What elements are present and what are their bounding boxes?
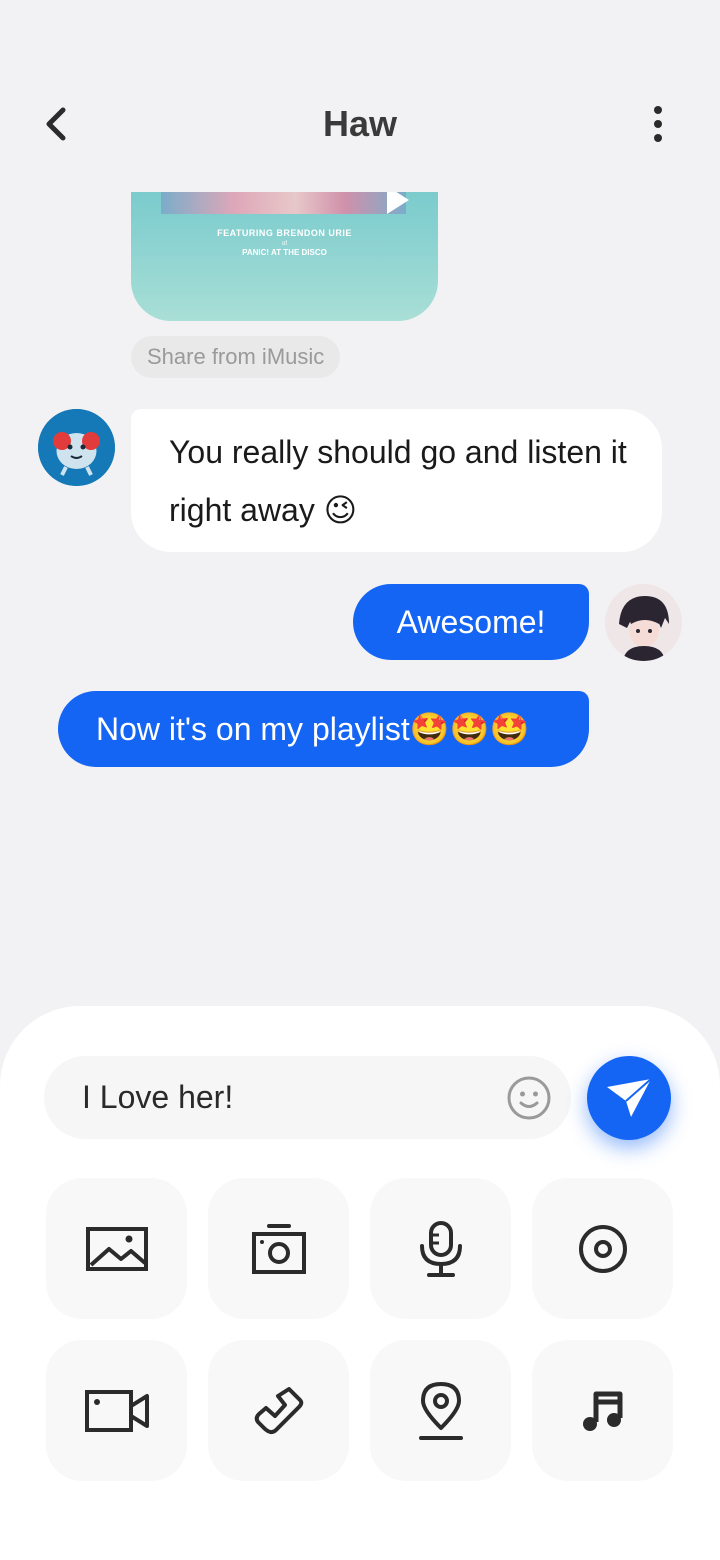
music-icon <box>582 1391 622 1431</box>
chat-screen: FEATURING BRENDON URIE of PANIC! AT THE … <box>0 0 720 1560</box>
message-outgoing-2-text: Now it's on my playlist🤩🤩🤩 <box>96 711 530 747</box>
more-vertical-icon <box>654 106 662 142</box>
card-caption-of: of <box>281 241 287 247</box>
message-incoming[interactable]: You really should go and listen it right… <box>131 409 662 552</box>
record-icon <box>578 1224 627 1273</box>
location-icon <box>418 1381 463 1440</box>
card-caption-featuring: FEATURING BRENDON URIE <box>217 228 352 238</box>
share-location-button[interactable] <box>370 1340 511 1481</box>
contact-avatar-image <box>38 409 115 486</box>
smiley-icon <box>507 1076 551 1120</box>
message-input[interactable] <box>82 1056 482 1139</box>
message-outgoing-1-text: Awesome! <box>396 604 546 640</box>
page-title: Haw <box>322 103 398 144</box>
message-outgoing-1[interactable]: Awesome! <box>353 584 589 660</box>
attach-voice-button[interactable] <box>370 1178 511 1319</box>
more-options-button[interactable] <box>636 100 680 148</box>
paper-plane-icon <box>607 1078 652 1117</box>
message-outgoing-2[interactable]: Now it's on my playlist🤩🤩🤩 <box>58 691 589 767</box>
album-art <box>161 192 406 214</box>
emoji-button[interactable] <box>506 1075 552 1121</box>
voice-call-button[interactable] <box>208 1340 349 1481</box>
avatar-self[interactable] <box>605 584 682 661</box>
avatar-contact[interactable] <box>38 409 115 486</box>
composer-panel <box>0 1006 720 1560</box>
attach-camera-button[interactable] <box>208 1178 349 1319</box>
video-icon <box>84 1389 149 1432</box>
send-button[interactable] <box>587 1056 671 1140</box>
attach-image-button[interactable] <box>46 1178 187 1319</box>
share-music-button[interactable] <box>532 1340 673 1481</box>
attach-video-button[interactable] <box>46 1340 187 1481</box>
card-caption-artist: PANIC! AT THE DISCO <box>242 248 327 257</box>
phone-icon <box>254 1386 303 1434</box>
microphone-icon <box>419 1220 462 1277</box>
image-icon <box>85 1226 148 1271</box>
attach-record-button[interactable] <box>532 1178 673 1319</box>
message-input-container[interactable] <box>44 1056 571 1139</box>
share-source-label: Share from iMusic <box>131 336 341 378</box>
camera-icon <box>251 1223 306 1274</box>
self-avatar-image <box>605 584 682 661</box>
top-bar: Haw <box>0 0 720 192</box>
message-incoming-text: You really should go and listen it right… <box>169 434 627 528</box>
